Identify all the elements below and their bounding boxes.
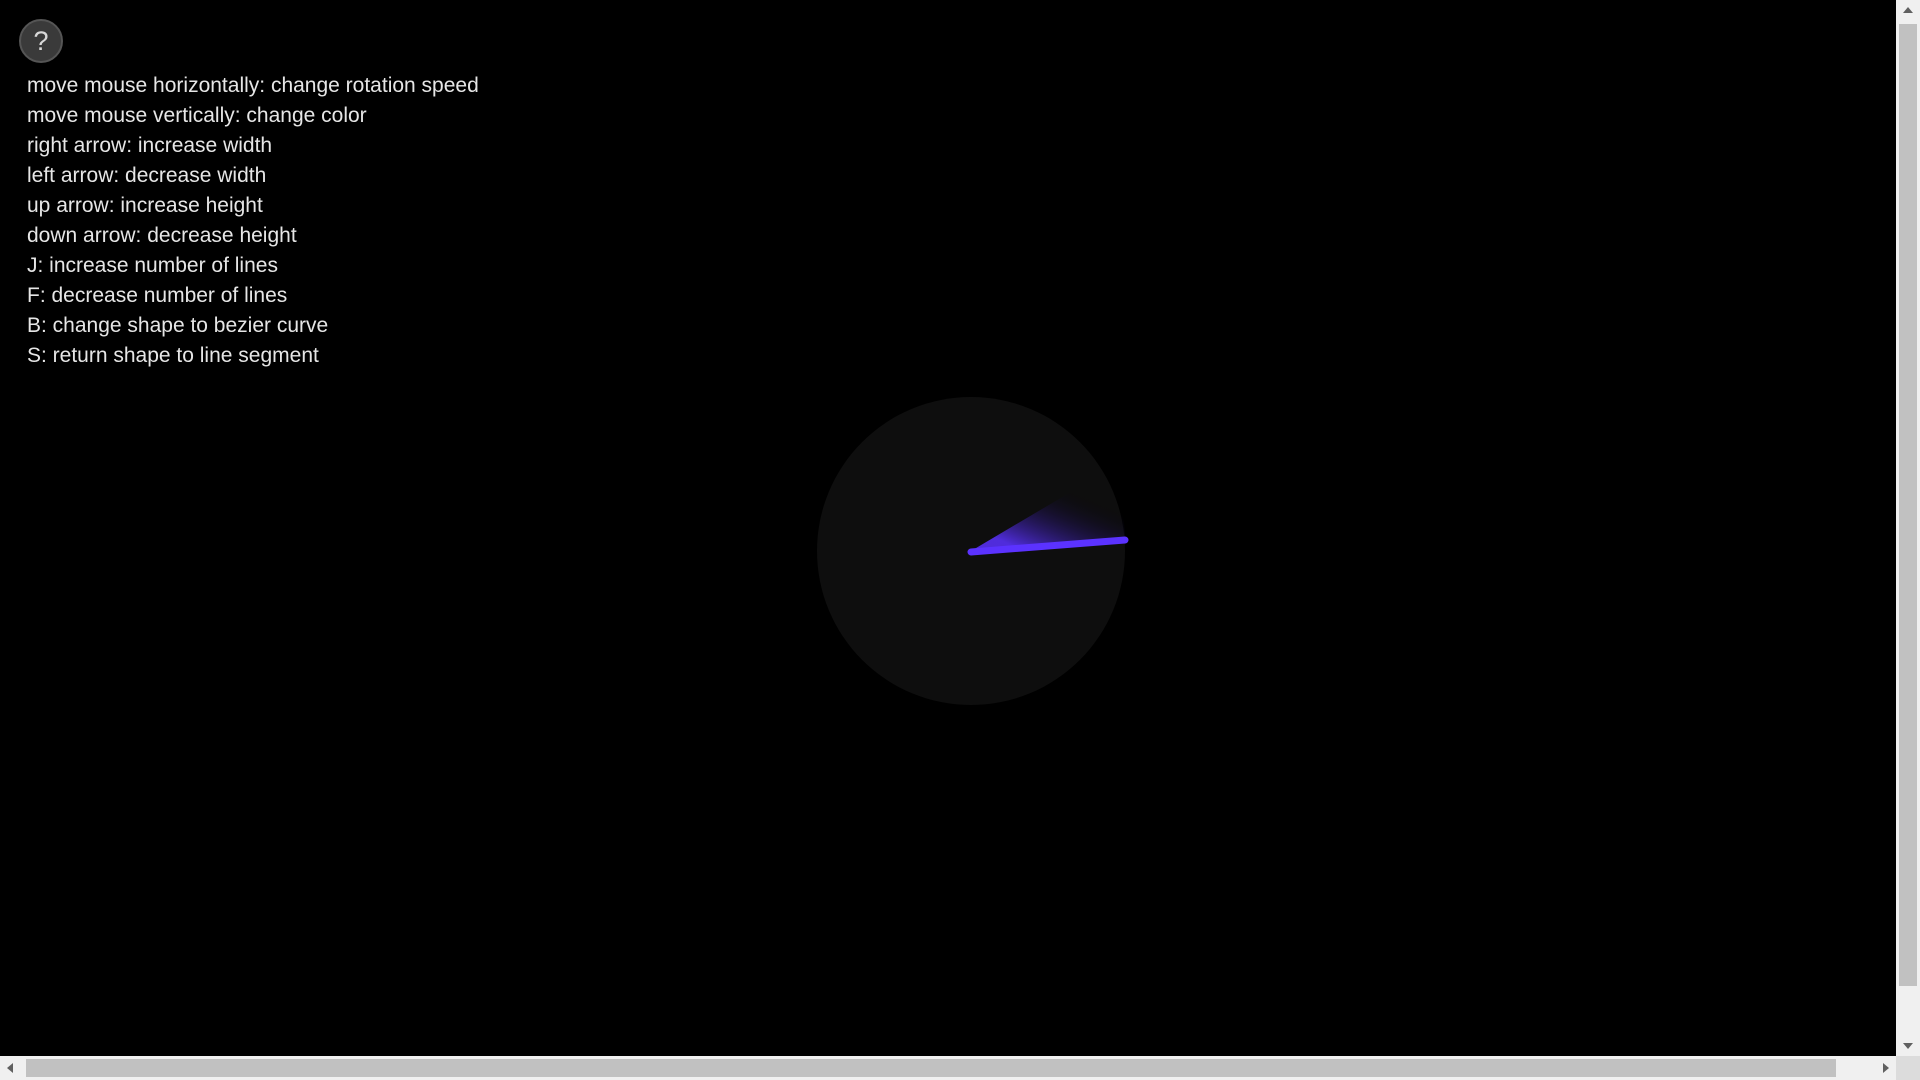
vertical-scrollbar[interactable] xyxy=(1896,0,1920,1056)
arrow-left-icon xyxy=(7,1063,13,1073)
horizontal-scroll-thumb[interactable] xyxy=(26,1059,1836,1077)
instruction-item: right arrow: increase width xyxy=(27,134,273,157)
horizontal-scrollbar[interactable] xyxy=(0,1056,1896,1080)
help-button[interactable]: ? xyxy=(19,19,63,63)
scroll-up-button[interactable] xyxy=(1896,0,1920,20)
instruction-item: move mouse horizontally: change rotation… xyxy=(27,74,479,97)
help-icon: ? xyxy=(33,25,49,56)
scrollbar-corner xyxy=(1896,1056,1920,1080)
canvas-area[interactable]: ? move mouse horizontally: change rotati… xyxy=(0,0,1896,1056)
arrow-down-icon xyxy=(1903,1043,1913,1049)
instruction-item: left arrow: decrease width xyxy=(27,164,267,187)
instruction-item: up arrow: increase height xyxy=(27,194,263,217)
instruction-item: F: decrease number of lines xyxy=(27,284,288,307)
scroll-left-button[interactable] xyxy=(0,1056,20,1080)
instruction-item: B: change shape to bezier curve xyxy=(27,314,329,337)
instruction-item: S: return shape to line segment xyxy=(27,344,319,367)
vertical-scroll-thumb[interactable] xyxy=(1899,24,1917,986)
instruction-item: down arrow: decrease height xyxy=(27,224,297,247)
instruction-item: move mouse vertically: change color xyxy=(27,104,367,127)
instruction-item: J: increase number of lines xyxy=(27,254,278,277)
arrow-up-icon xyxy=(1903,7,1913,13)
scroll-right-button[interactable] xyxy=(1876,1056,1896,1080)
scroll-down-button[interactable] xyxy=(1896,1036,1920,1056)
arrow-right-icon xyxy=(1883,1063,1889,1073)
instructions-list: move mouse horizontally: change rotation… xyxy=(27,71,479,371)
